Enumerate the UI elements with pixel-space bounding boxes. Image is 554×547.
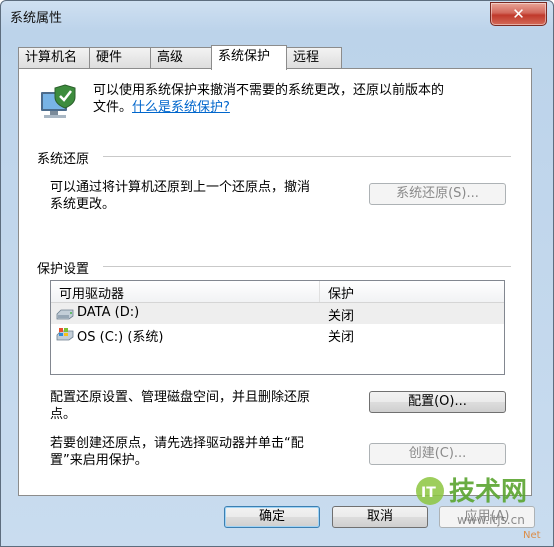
column-header-protection[interactable]: 保护 (328, 283, 354, 302)
computer-shield-icon (41, 84, 76, 118)
system-restore-button[interactable]: 系统还原(S)... (369, 183, 506, 205)
tab-system-protection[interactable]: 系统保护 (211, 45, 287, 70)
system-restore-group-label: 系统还原 (37, 152, 90, 167)
create-desc-line1: 若要创建还原点，请先选择驱动器并单击“配 (50, 436, 304, 451)
close-icon: ✕ (512, 5, 525, 23)
system-drive-icon (56, 328, 74, 341)
tab-remote[interactable]: 远程 (286, 47, 342, 69)
drive-list[interactable]: 可用驱动器 保护 DATA (D:) 关闭 OS (C:) (系统) 关闭 (50, 280, 505, 375)
ok-button[interactable]: 确定 (224, 506, 320, 528)
divider (103, 156, 511, 157)
create-desc-line2: 置”来启用保护。 (50, 453, 148, 468)
configure-desc-line2: 点。 (50, 407, 77, 422)
watermark-url: www.itjs.cn (457, 513, 525, 527)
drive-protection-status: 关闭 (328, 330, 355, 345)
create-description: 若要创建还原点，请先选择驱动器并单击“配 置”来启用保护。 (50, 435, 304, 469)
configure-desc-line1: 配置还原设置、管理磁盘空间，并且删除还原 (50, 390, 311, 405)
drive-name: OS (C:) (系统) (77, 330, 164, 345)
drive-icon (56, 309, 74, 320)
system-properties-window: 系统属性 ✕ 计算机名 硬件 高级 系统保护 远程 可以使用系统保护来撤消不需要… (0, 0, 554, 547)
close-button[interactable]: ✕ (490, 2, 547, 26)
create-button[interactable]: 创建(C)... (369, 443, 506, 465)
drive-name: DATA (D:) (77, 305, 140, 320)
watermark-suffix: Net (523, 530, 541, 541)
divider (103, 266, 511, 267)
tab-panel: 可以使用系统保护来撤消不需要的系统更改，还原以前版本的 文件。什么是系统保护? … (18, 68, 532, 496)
tab-computer-name[interactable]: 计算机名 (18, 47, 90, 69)
intro-line1: 可以使用系统保护来撤消不需要的系统更改，还原以前版本的 (93, 83, 445, 98)
restore-description: 可以通过将计算机还原到上一个还原点，撤消 系统更改。 (50, 179, 310, 213)
protection-settings-group-label: 保护设置 (37, 262, 90, 277)
what-is-system-protection-link[interactable]: 什么是系统保护? (132, 100, 230, 115)
column-separator (319, 281, 320, 302)
list-item[interactable]: OS (C:) (系统) 关闭 (51, 324, 504, 345)
configure-description: 配置还原设置、管理磁盘空间，并且删除还原 点。 (50, 389, 310, 423)
restore-desc-line2: 系统更改。 (50, 197, 116, 212)
column-header-drives[interactable]: 可用驱动器 (59, 283, 124, 302)
list-header: 可用驱动器 保护 (51, 281, 504, 303)
drive-protection-status: 关闭 (328, 309, 355, 324)
title-bar[interactable]: 系统属性 ✕ (1, 1, 553, 31)
watermark-logo: IT 技术网 www.itjs.cn Net (416, 477, 541, 541)
intro-line2-prefix: 文件。 (93, 100, 133, 115)
watermark-brand: 技术网 (449, 477, 527, 507)
configure-button[interactable]: 配置(O)... (369, 391, 506, 413)
window-title: 系统属性 (10, 11, 63, 26)
tab-hardware[interactable]: 硬件 (89, 47, 151, 69)
tab-advanced[interactable]: 高级 (150, 47, 212, 69)
intro-text: 可以使用系统保护来撤消不需要的系统更改，还原以前版本的 文件。什么是系统保护? (93, 82, 513, 116)
svg-text:IT: IT (421, 485, 436, 501)
restore-desc-line1: 可以通过将计算机还原到上一个还原点，撤消 (50, 180, 311, 195)
list-item[interactable]: DATA (D:) 关闭 (51, 303, 504, 324)
